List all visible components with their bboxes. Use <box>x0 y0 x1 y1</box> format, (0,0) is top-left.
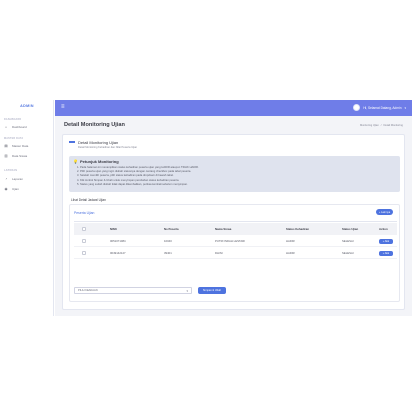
select-all-checkbox[interactable] <box>82 223 86 235</box>
sidebar-section-dashboard: DASHBOARD <box>4 118 22 121</box>
cell-nama: PUTRI INDAH LESTARI <box>215 239 246 243</box>
column-header: Action <box>379 227 388 231</box>
sidebar: ADMIN DASHBOARD ⌂ Dashboard MASTER DATA … <box>0 100 54 316</box>
menu-toggle-icon[interactable]: ≡ <box>61 104 65 110</box>
participants-table: NISN No Peserta Nama Siswa Status Kehadi… <box>74 223 397 259</box>
table-header: NISN No Peserta Nama Siswa Status Kehadi… <box>74 223 397 235</box>
status-select-value: PILIH KEADAAN <box>78 289 98 292</box>
table-row: 0049142127 39401 DHINI HADIR SELESAI + A… <box>74 247 397 259</box>
row-checkbox[interactable] <box>82 235 86 247</box>
column-header: NISN <box>110 227 117 231</box>
save-button[interactable]: Simpan & Ubah <box>198 287 226 294</box>
chevron-down-icon: ▾ <box>404 105 406 110</box>
cell-status: SELESAI <box>342 239 354 243</box>
divider <box>74 221 397 222</box>
sidebar-item-label: Data Siswa <box>12 154 28 158</box>
sidebar-item-label: Dashboard <box>12 125 27 129</box>
cell-kehadiran: HADIR <box>286 251 295 255</box>
participants-title: Peserta Ujian <box>74 211 95 215</box>
topbar: ≡ Hi, Selamat Datang, Admin ▾ <box>55 100 412 116</box>
column-header: No Peserta <box>164 227 179 231</box>
cell-nisn: 0051071084 <box>110 239 126 243</box>
breadcrumb-current: Detail Monitoring <box>383 124 403 127</box>
main-content: ≡ Hi, Selamat Datang, Admin ▾ Detail Mon… <box>55 100 412 316</box>
cell-nisn: 0049142127 <box>110 251 126 255</box>
cell-nama: DHINI <box>215 251 223 255</box>
cell-status: SELESAI <box>342 251 354 255</box>
detail-card: Detail Monitoring Ujian Detail Monitorin… <box>62 134 405 310</box>
sidebar-item-dashboard[interactable]: ⌂ Dashboard <box>4 125 27 129</box>
clipboard-icon: ◉ <box>4 187 8 191</box>
file-icon: ▥ <box>4 154 8 158</box>
cell-kehadiran: HADIR <box>286 239 295 243</box>
sidebar-item-master-data[interactable]: ▤ Master Data <box>4 144 28 148</box>
home-icon: ⌂ <box>4 125 8 129</box>
info-panel: 💡 Petunjuk Monitoring 1. Pada halaman in… <box>69 156 400 192</box>
sidebar-item-label: Laporan <box>12 177 24 181</box>
add-button[interactable]: + Lainnya <box>376 209 393 215</box>
sidebar-section-laporan: LAPORAN <box>4 169 18 172</box>
table-row: 0051071084 10040 PUTRI INDAH LESTARI HAD… <box>74 235 397 247</box>
action-button[interactable]: + Aksi <box>379 250 393 256</box>
participants-panel: Peserta Ujian + Lainnya NISN No Peserta … <box>69 204 400 302</box>
avatar <box>353 104 361 111</box>
row-checkbox[interactable] <box>82 247 86 259</box>
breadcrumb-link[interactable]: Monitoring Ujian <box>360 124 379 127</box>
column-header: Nama Siswa <box>215 227 232 231</box>
info-title: Petunjuk Monitoring <box>79 159 119 164</box>
cell-no-peserta: 10040 <box>164 239 172 243</box>
page-title: Detail Monitoring Ujian <box>64 122 125 128</box>
list-label: Lihat Detail Jadwal Ujian <box>71 198 106 202</box>
card-subtitle: Detail Monitoring Kehadiran dan Nilai Pe… <box>78 146 138 149</box>
card-title: Detail Monitoring Ujian <box>78 140 119 145</box>
sidebar-item-ujian[interactable]: ◉ Ujian <box>4 187 19 191</box>
cell-no-peserta: 39401 <box>164 251 172 255</box>
sidebar-brand: ADMIN <box>20 104 34 108</box>
info-item: 5. Status yang sudah diubah tidak dapat … <box>77 182 188 186</box>
user-menu[interactable]: Hi, Selamat Datang, Admin ▾ <box>353 104 406 111</box>
database-icon: ▤ <box>4 144 8 148</box>
sidebar-item-laporan[interactable]: ◔ Laporan <box>4 177 23 181</box>
sidebar-section-master: MASTER DATA <box>4 137 24 140</box>
status-select[interactable]: PILIH KEADAAN ▾ <box>74 287 192 294</box>
info-header: 💡 Petunjuk Monitoring <box>73 159 119 164</box>
card-accent-bar <box>69 141 75 143</box>
breadcrumb-separator: / <box>380 124 382 127</box>
column-header: Status Ujian <box>342 227 359 231</box>
lightbulb-icon: 💡 <box>73 159 78 164</box>
sidebar-item-data-siswa[interactable]: ▥ Data Siswa <box>4 154 27 158</box>
user-name: Hi, Selamat Datang, Admin <box>363 105 402 110</box>
chevron-down-icon: ▾ <box>186 289 188 293</box>
sidebar-item-label: Ujian <box>12 187 19 191</box>
action-button[interactable]: + Aksi <box>379 238 393 244</box>
chart-icon: ◔ <box>4 177 8 181</box>
sidebar-item-label: Master Data <box>12 144 29 148</box>
info-list: 1. Pada halaman ini menampilkan status k… <box>77 166 199 187</box>
column-header: Status Kehadiran <box>286 227 310 231</box>
breadcrumb: Monitoring Ujian / Detail Monitoring <box>360 124 403 127</box>
